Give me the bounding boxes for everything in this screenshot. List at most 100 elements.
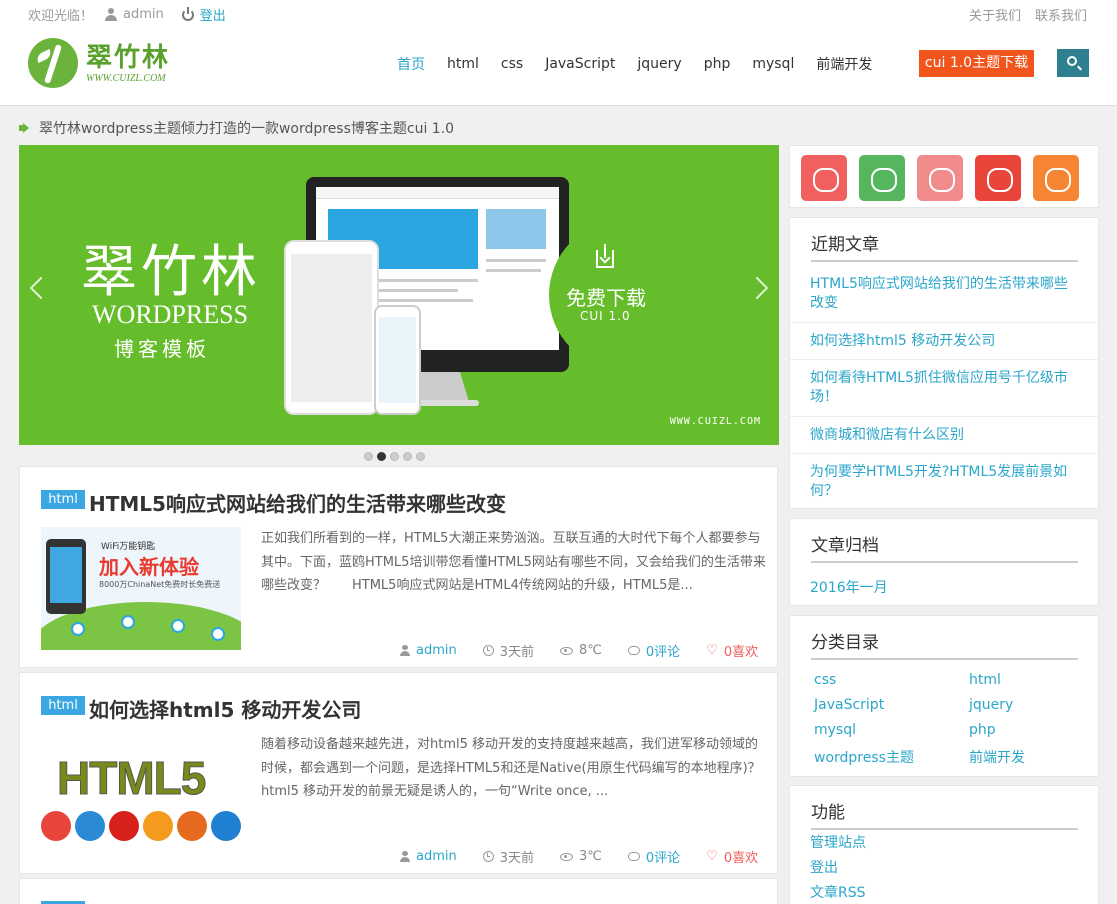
- site-logo[interactable]: 翠竹林 WWW.CUIZL.COM: [28, 38, 170, 88]
- post-comments[interactable]: 0评论: [646, 641, 680, 660]
- logo-text: 翠竹林 WWW.CUIZL.COM: [86, 43, 170, 84]
- slider-dot[interactable]: [364, 452, 373, 461]
- comment-icon: [627, 852, 640, 861]
- slider-dot[interactable]: [390, 452, 399, 461]
- comment-icon: [627, 646, 640, 655]
- recent-post-link[interactable]: 为何要学HTML5开发?HTML5发展前景如何？: [810, 463, 1080, 501]
- nav-item-css[interactable]: css: [501, 56, 523, 72]
- recent-post-link[interactable]: 如何选择html5 移动开发公司: [810, 332, 1080, 351]
- widget-title: 功能: [811, 803, 845, 823]
- divider: [790, 453, 1098, 454]
- post-likes[interactable]: 0喜欢: [724, 641, 758, 660]
- post-tag[interactable]: html: [41, 696, 85, 715]
- category-link[interactable]: wordpress主题: [814, 747, 914, 767]
- logout-link[interactable]: 登出: [810, 857, 838, 877]
- post-title[interactable]: HTML5响应式网站给我们的生活带来哪些改变: [89, 488, 506, 517]
- nav-item-javascript[interactable]: JavaScript: [545, 56, 615, 72]
- rss-icon[interactable]: [1033, 155, 1079, 201]
- nav-item-html[interactable]: html: [447, 56, 479, 72]
- category-link[interactable]: html: [969, 672, 1001, 688]
- wechat-icon[interactable]: [859, 155, 905, 201]
- slider-next-icon[interactable]: [745, 276, 769, 300]
- divider: [790, 359, 1098, 360]
- post-author[interactable]: admin: [416, 849, 457, 864]
- nav-item-php[interactable]: php: [704, 56, 731, 72]
- banner-url: WWW.CUIZL.COM: [669, 416, 761, 427]
- thumb-headline: 加入新体验: [99, 555, 199, 579]
- banner-download-text: 免费下载: [566, 286, 646, 310]
- post-title[interactable]: 如何选择html5 移动开发公司: [89, 694, 361, 723]
- recent-post-link[interactable]: 微商城和微店有什么区别: [810, 426, 1080, 445]
- widget-rule: [811, 828, 1078, 830]
- welcome-area: 欢迎光临！ admin 登出: [28, 5, 226, 24]
- post-thumbnail[interactable]: HTML5: [41, 733, 241, 856]
- slider-dot-active[interactable]: [377, 452, 386, 461]
- thumb-ball: [121, 615, 135, 629]
- clock-icon: [482, 851, 494, 862]
- banner-slider[interactable]: 翠竹林 WORDPRESS 博客模板 免费下载 CUI 1.0 WWW.CUIZ…: [19, 145, 779, 445]
- user-icon: [105, 8, 118, 21]
- post-author[interactable]: admin: [416, 643, 457, 658]
- logo-url: WWW.CUIZL.COM: [86, 72, 166, 84]
- slider-dot[interactable]: [403, 452, 412, 461]
- banner-version: CUI 1.0: [580, 309, 631, 323]
- post-views: 8℃: [579, 643, 602, 658]
- tablet-mockup: [284, 240, 379, 415]
- contact-link[interactable]: 联系我们: [1035, 5, 1087, 24]
- post-excerpt: 正如我们所看到的一样，HTML5大潮正来势汹汹。互联互通的大时代下每个人都要参与…: [261, 531, 766, 593]
- category-link[interactable]: mysql: [814, 722, 856, 738]
- rss-feed-link[interactable]: 文章RSS: [810, 882, 866, 902]
- post-time: 3天前: [499, 645, 535, 660]
- notice-text: 翠竹林wordpress主题倾力打造的一款wordpress博客主题cui 1.…: [39, 121, 455, 137]
- thumb-ball: [171, 619, 185, 633]
- widget-title: 近期文章: [811, 235, 879, 255]
- post-thumbnail[interactable]: WiFi万能钥匙 加入新体验 8000万ChinaNet免费时长免费送: [41, 527, 241, 650]
- weibo-icon[interactable]: [801, 155, 847, 201]
- badge-icon: [143, 811, 173, 841]
- category-link[interactable]: css: [814, 672, 836, 688]
- theme-download-button[interactable]: cui 1.0主题下载: [919, 50, 1034, 77]
- qq-icon[interactable]: [975, 155, 1021, 201]
- admin-link[interactable]: 管理站点: [810, 832, 866, 852]
- eye-icon: [560, 852, 574, 861]
- screen-line: [486, 259, 546, 262]
- post-card: html HTML5响应式网站给我们的生活带来哪些改变 WiFi万能钥匙 加入新…: [19, 466, 778, 668]
- slider-prev-icon[interactable]: [29, 276, 53, 300]
- mail-icon[interactable]: [917, 155, 963, 201]
- logout-link[interactable]: 登出: [200, 5, 226, 24]
- logo-name: 翠竹林: [86, 42, 171, 73]
- nav-item-frontend[interactable]: 前端开发: [816, 54, 872, 74]
- widget-title: 分类目录: [811, 633, 879, 653]
- search-button[interactable]: [1057, 49, 1089, 77]
- author-icon: [400, 851, 410, 862]
- post-comments[interactable]: 0评论: [646, 847, 680, 866]
- nav-item-mysql[interactable]: mysql: [752, 56, 794, 72]
- slider-dot[interactable]: [416, 452, 425, 461]
- post-excerpt: 随着移动设备越来越先进，对html5 移动开发的支持度越来越高，我们进军移动领域…: [261, 737, 761, 799]
- recent-post-link[interactable]: HTML5响应式网站给我们的生活带来哪些改变: [810, 275, 1080, 313]
- slider-dots: [364, 452, 425, 461]
- about-link[interactable]: 关于我们: [969, 5, 1021, 24]
- recent-post-link[interactable]: 如何看待HTML5抓住微信应用号千亿级市场！: [810, 369, 1080, 407]
- phone-illustration: [46, 539, 86, 614]
- category-link[interactable]: 前端开发: [969, 747, 1025, 767]
- clock-icon: [482, 645, 494, 656]
- search-icon: [1067, 56, 1077, 66]
- ie-icon: [211, 811, 241, 841]
- category-link[interactable]: JavaScript: [814, 697, 884, 713]
- post-tag[interactable]: html: [41, 490, 85, 509]
- divider: [790, 322, 1098, 323]
- category-link[interactable]: jquery: [969, 697, 1013, 713]
- post-likes[interactable]: 0喜欢: [724, 847, 758, 866]
- username-link[interactable]: admin: [123, 7, 164, 22]
- nav-item-home[interactable]: 首页: [397, 54, 425, 74]
- top-bar: 欢迎光临！ admin 登出 关于我们 联系我们: [0, 0, 1117, 26]
- functions-widget: 功能 管理站点 登出 文章RSS: [789, 785, 1099, 904]
- recent-posts-widget: 近期文章 HTML5响应式网站给我们的生活带来哪些改变 如何选择html5 移动…: [789, 217, 1099, 509]
- thumb-ball: [211, 627, 225, 641]
- banner-title: 翠竹林: [81, 240, 261, 305]
- nav-item-jquery[interactable]: jquery: [637, 56, 681, 72]
- archive-link[interactable]: 2016年一月: [810, 577, 888, 597]
- category-link[interactable]: php: [969, 722, 996, 738]
- tablet-screen: [291, 254, 372, 402]
